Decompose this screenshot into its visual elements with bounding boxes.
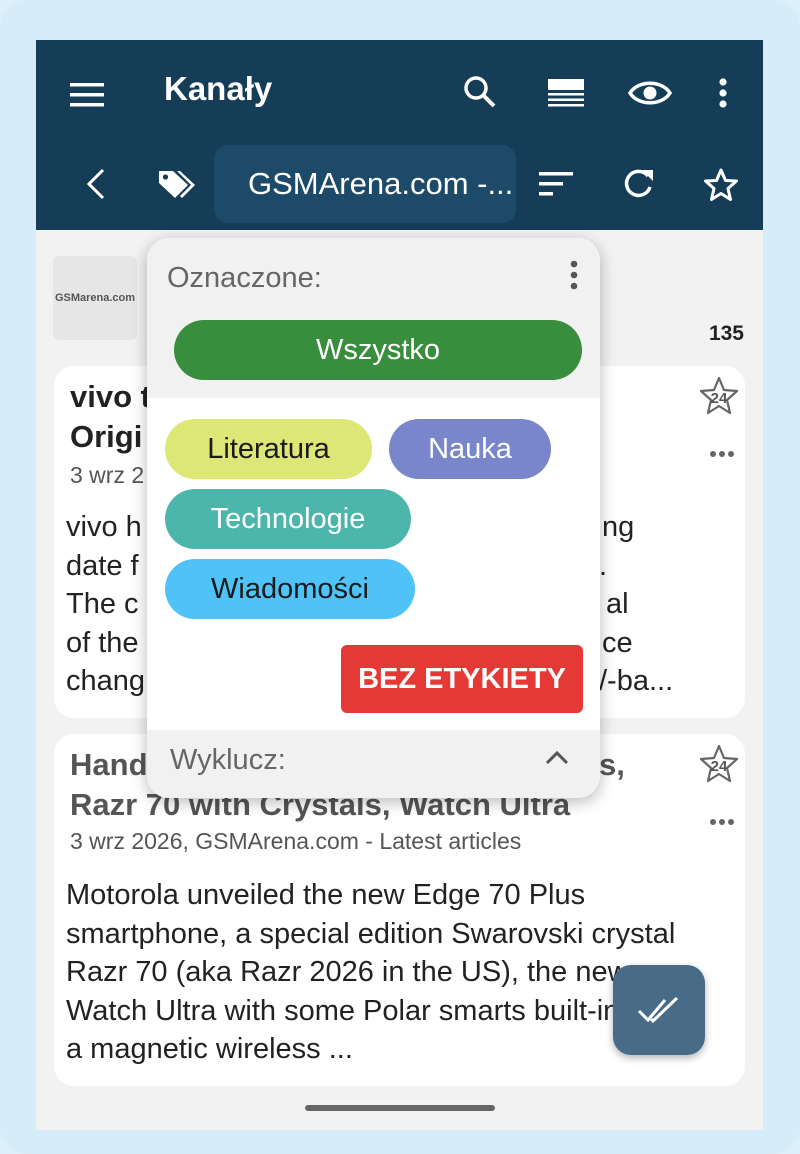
unread-count: 135 [708,322,744,345]
body-line: . [599,549,608,582]
article-meta: 3 wrz 2 [70,462,145,488]
view-layout-icon[interactable] [541,68,591,118]
feed-logo-text: GSMarena.com [54,292,136,304]
eye-icon[interactable] [624,68,676,118]
feed-selector-label: GSMArena.com -... [248,166,514,201]
tag-chip-label: Technologie [210,502,366,535]
badge-text: 24 [711,758,728,775]
marked-section: Oznaczone: Wszystko [147,238,600,398]
menu-icon[interactable] [64,72,110,118]
tag-chip-label: Nauka [428,432,512,465]
mark-all-read-button[interactable] [613,965,705,1055]
tag-chip-literatura[interactable]: Literatura [165,419,372,479]
body-line: ng [602,511,635,543]
tags-icon[interactable] [154,162,200,206]
search-icon[interactable] [456,68,504,116]
more-horiz-icon[interactable] [709,806,735,832]
all-tags-label: Wszystko [315,333,441,366]
more-vert-icon[interactable] [708,70,738,116]
exclude-label: Wyklucz: [170,744,286,776]
tag-chip-nauka[interactable]: Nauka [389,419,551,479]
feed-logo: GSMarena.com [53,256,137,340]
feed-selector[interactable]: GSMArena.com -... [214,145,516,223]
page-title: Kanały [164,70,273,107]
badge-24h-icon: 24 [699,744,739,789]
body-line: /-ba... [599,665,674,697]
app-screen: Kanały GSMArena.com -... GSMarena.com 13… [36,40,763,1130]
more-horiz-icon[interactable] [709,438,735,464]
refresh-icon[interactable] [616,162,660,206]
exclude-section[interactable]: Wyklucz: [147,730,600,798]
article-title-tail: s, [599,747,625,782]
body-line: al [606,588,629,620]
top-app-bar: Kanały GSMArena.com -... [36,40,763,230]
tag-chip-wiadomosci[interactable]: Wiadomości [165,559,415,619]
tag-filter-popup: Oznaczone: Wszystko Literatura Nauka Tec… [147,238,600,798]
double-check-icon [637,996,679,1024]
badge-24h-icon: 24 [699,376,739,421]
sort-icon[interactable] [534,164,578,204]
marked-label: Oznaczone: [167,262,322,294]
gesture-bar [305,1105,495,1111]
tag-chip-technologie[interactable]: Technologie [165,489,411,549]
tag-chip-label: Wiadomości [211,572,369,605]
no-label-text: BEZ ETYKIETY [358,662,566,695]
tag-chip-label: Literatura [207,432,330,465]
article-body-right: ng . al ce /-ba... [599,508,739,701]
badge-text: 24 [711,390,728,407]
article-meta: 3 wrz 2026, GSMArena.com - Latest articl… [70,828,522,854]
chevron-up-icon[interactable] [544,750,570,771]
body-line: ce [602,626,633,659]
more-vert-icon[interactable] [570,260,578,295]
no-label-button[interactable]: BEZ ETYKIETY [341,645,583,713]
article-body: Motorola unveiled the new Edge 70 Plus s… [66,879,684,1065]
back-icon[interactable] [76,162,116,206]
star-icon[interactable] [698,162,744,208]
all-tags-pill[interactable]: Wszystko [174,320,582,380]
